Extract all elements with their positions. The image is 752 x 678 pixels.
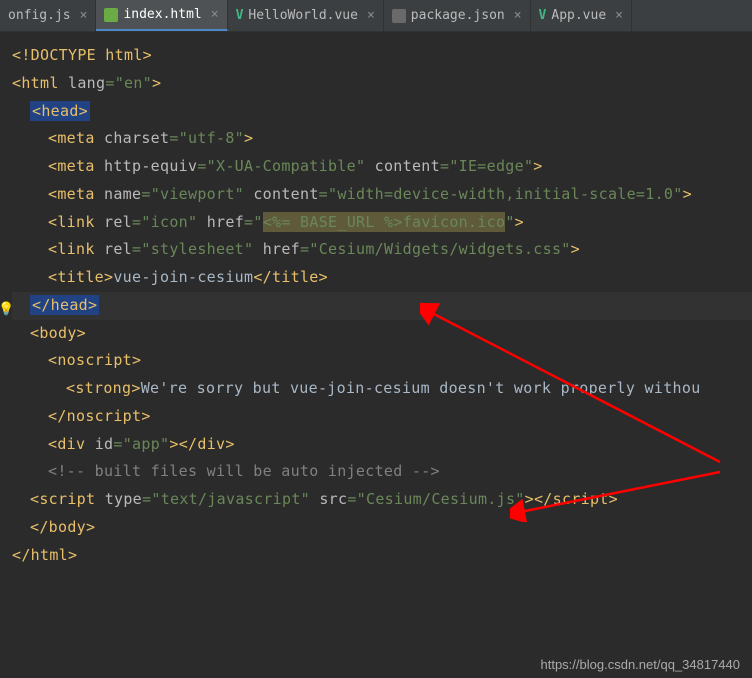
code-line: <body> [12, 320, 752, 348]
code-line: <meta charset="utf-8"> [12, 125, 752, 153]
tab-package-json[interactable]: package.json × [384, 0, 531, 31]
tab-label: App.vue [551, 8, 606, 23]
code-line: <meta http-equiv="X-UA-Compatible" conte… [12, 153, 752, 181]
code-line: <!DOCTYPE html> [12, 42, 752, 70]
code-line: <head> [12, 98, 752, 126]
tab-label: index.html [123, 7, 201, 22]
code-line: <title>vue-join-cesium</title> [12, 264, 752, 292]
editor-tabs: onfig.js × index.html × V HelloWorld.vue… [0, 0, 752, 32]
close-icon[interactable]: × [80, 8, 88, 23]
tab-label: package.json [411, 8, 505, 23]
code-line-active: </head> [12, 292, 752, 320]
tab-app-vue[interactable]: V App.vue × [531, 0, 632, 31]
code-editor[interactable]: 💡 <!DOCTYPE html> <html lang="en"> <head… [0, 32, 752, 579]
tab-config-js[interactable]: onfig.js × [0, 0, 96, 31]
code-line: <link rel="stylesheet" href="Cesium/Widg… [12, 236, 752, 264]
vue-file-icon: V [236, 8, 244, 23]
json-file-icon [392, 9, 406, 23]
vue-file-icon: V [539, 8, 547, 23]
code-line: <div id="app"></div> [12, 431, 752, 459]
code-line: <meta name="viewport" content="width=dev… [12, 181, 752, 209]
close-icon[interactable]: × [514, 8, 522, 23]
code-line: </html> [12, 542, 752, 570]
close-icon[interactable]: × [367, 8, 375, 23]
code-line: </noscript> [12, 403, 752, 431]
tab-index-html[interactable]: index.html × [96, 0, 227, 31]
code-line: <html lang="en"> [12, 70, 752, 98]
watermark-text: https://blog.csdn.net/qq_34817440 [541, 657, 741, 672]
code-line: </body> [12, 514, 752, 542]
close-icon[interactable]: × [211, 7, 219, 22]
code-line: <script type="text/javascript" src="Cesi… [12, 486, 752, 514]
lightbulb-icon[interactable]: 💡 [0, 298, 15, 322]
code-line: <link rel="icon" href="<%= BASE_URL %>fa… [12, 209, 752, 237]
code-line: <noscript> [12, 347, 752, 375]
html-file-icon [104, 8, 118, 22]
tab-label: onfig.js [8, 8, 71, 23]
tab-helloworld-vue[interactable]: V HelloWorld.vue × [228, 0, 384, 31]
close-icon[interactable]: × [615, 8, 623, 23]
tab-label: HelloWorld.vue [248, 8, 358, 23]
code-line: <!-- built files will be auto injected -… [12, 458, 752, 486]
code-line: <strong>We're sorry but vue-join-cesium … [12, 375, 752, 403]
